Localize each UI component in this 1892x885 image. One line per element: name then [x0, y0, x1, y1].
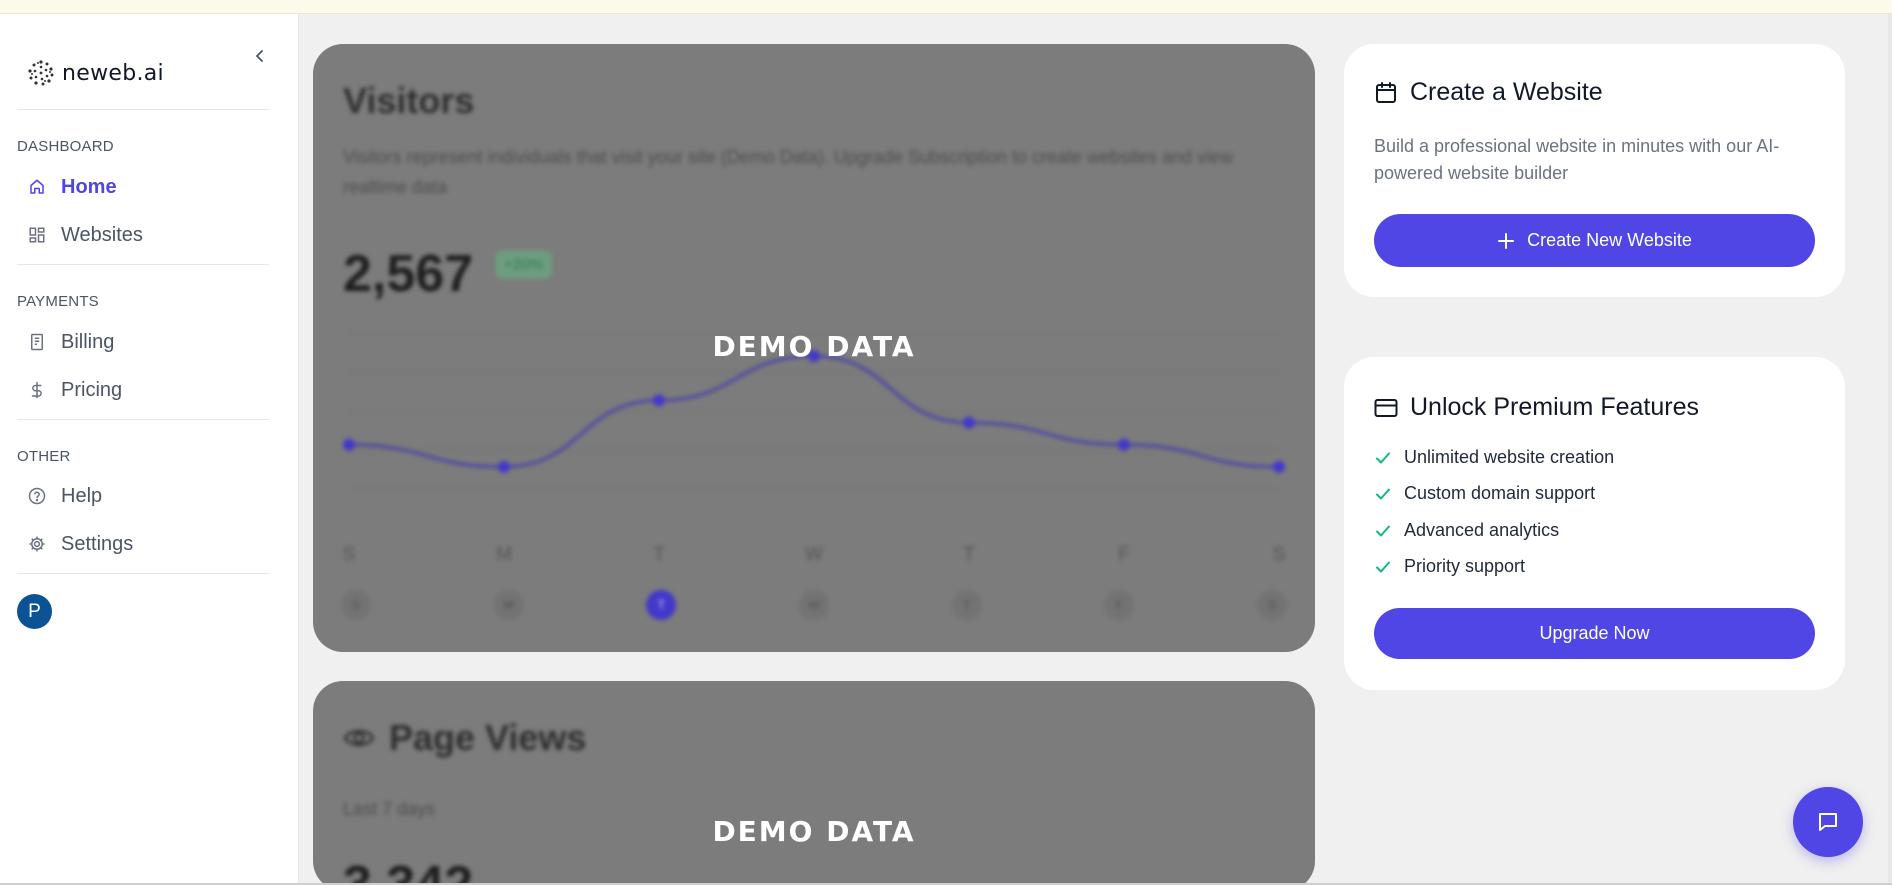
chart-point — [343, 438, 355, 451]
sidebar-item-pricing[interactable]: Pricing — [17, 370, 269, 410]
check-icon — [1376, 561, 1390, 572]
sidebar-item-label: Help — [61, 484, 103, 507]
chart-x-tick-label: M — [496, 544, 512, 565]
chart-point — [1273, 460, 1285, 473]
day-chip[interactable]: S — [341, 590, 371, 620]
collapse-sidebar-button[interactable] — [250, 44, 270, 68]
chart-point — [963, 416, 975, 429]
sidebar-divider — [17, 109, 269, 110]
day-chip[interactable]: W — [799, 590, 829, 620]
premium-title: Unlock Premium Features — [1410, 393, 1699, 421]
credit-card-icon — [1374, 398, 1398, 417]
sidebar-item-billing[interactable]: Billing — [17, 322, 269, 362]
sidebar-item-label: Websites — [61, 223, 143, 246]
sidebar-item-settings[interactable]: Settings — [17, 524, 269, 564]
chat-button[interactable] — [1793, 787, 1863, 857]
page-views-blurred-content: Page Views Last 7 days 3,342 — [313, 681, 1315, 885]
check-icon — [1376, 452, 1390, 463]
sidebar-item-label: Settings — [61, 532, 134, 555]
check-icon — [1376, 525, 1390, 536]
gear-icon — [27, 534, 47, 554]
create-website-description: Build a professional website in minutes … — [1374, 136, 1780, 183]
brand-logo[interactable]: neweb.ai — [26, 58, 164, 88]
eye-icon — [343, 730, 375, 746]
sidebar-item-label: Home — [61, 175, 117, 198]
sidebar-item-websites[interactable]: Websites — [17, 215, 269, 255]
chart-x-tick-label: W — [805, 544, 823, 565]
sidebar-item-home[interactable]: Home — [17, 167, 269, 207]
create-new-website-button[interactable]: Create New Website — [1374, 214, 1815, 267]
grid-icon — [27, 225, 47, 245]
day-chip[interactable]: S — [1257, 590, 1287, 620]
create-website-title: Create a Website — [1410, 78, 1603, 106]
swirl-logo-icon — [28, 60, 54, 86]
visitors-card: Visitors Visitors represent individuals … — [313, 44, 1315, 652]
create-new-website-label: Create New Website — [1527, 230, 1692, 250]
feature-item: Unlimited website creation — [1374, 447, 1614, 468]
browser-notice-bar — [0, 0, 1892, 14]
sidebar-item-help[interactable]: Help — [17, 476, 269, 516]
chat-bubble-icon — [1819, 813, 1837, 831]
sidebar-divider — [17, 419, 269, 420]
chart-x-tick-label: S — [343, 544, 356, 565]
feature-label: Advanced analytics — [1404, 520, 1560, 540]
page-views-card: Page Views Last 7 days 3,342 DEMO DATA — [313, 681, 1315, 885]
create-website-header: Create a Website — [1374, 78, 1603, 107]
premium-header: Unlock Premium Features — [1374, 393, 1699, 422]
avatar[interactable]: P — [17, 594, 52, 629]
scrollbar-track[interactable] — [1888, 14, 1892, 885]
dollar-icon — [27, 380, 47, 400]
section-label-payments: PAYMENTS — [17, 293, 99, 310]
help-circle-icon — [27, 486, 47, 506]
sidebar: neweb.ai DASHBOARD Home Websites PAYMENT… — [0, 14, 299, 885]
chevron-left-icon — [256, 50, 263, 62]
day-chip[interactable]: T — [951, 590, 982, 620]
chart-x-tick-label: S — [1273, 544, 1286, 565]
plus-icon — [1498, 232, 1515, 249]
brand-name: neweb.ai — [62, 60, 164, 86]
sidebar-item-label: Pricing — [61, 378, 123, 401]
home-icon — [27, 177, 47, 197]
day-chip[interactable]: M — [493, 590, 524, 620]
create-website-card: Create a Website Build a professional we… — [1344, 44, 1845, 297]
upgrade-now-button[interactable]: Upgrade Now — [1374, 608, 1815, 659]
feature-label: Unlimited website creation — [1404, 447, 1615, 467]
demo-data-overlay: DEMO DATA — [712, 330, 916, 363]
feature-item: Advanced analytics — [1374, 520, 1559, 541]
chart-x-tick-label: T — [963, 544, 975, 565]
upgrade-now-label: Upgrade Now — [1539, 623, 1650, 643]
calendar-icon — [1376, 81, 1396, 103]
check-icon — [1376, 488, 1390, 499]
chart-point — [1118, 438, 1130, 451]
page-views-header: Page Views — [343, 717, 586, 759]
receipt-icon — [27, 332, 47, 352]
sidebar-item-label: Billing — [61, 330, 115, 353]
premium-features-card: Unlock Premium Features Unlimited websit… — [1344, 357, 1845, 690]
demo-data-overlay: DEMO DATA — [712, 815, 916, 848]
section-label-other: OTHER — [17, 448, 71, 465]
feature-item: Priority support — [1374, 556, 1525, 577]
section-label-dashboard: DASHBOARD — [17, 138, 114, 155]
chart-x-tick-label: F — [1118, 544, 1130, 565]
feature-label: Priority support — [1404, 556, 1526, 576]
sidebar-divider — [17, 264, 269, 265]
feature-item: Custom domain support — [1374, 483, 1595, 504]
chart-x-tick-label: T — [653, 544, 665, 565]
page-views-total: 3,342 — [343, 856, 474, 885]
chart-point — [653, 394, 665, 407]
feature-label: Custom domain support — [1404, 483, 1596, 503]
page-views-title: Page Views — [389, 717, 587, 758]
chart-point — [498, 460, 510, 473]
sidebar-divider — [17, 573, 269, 574]
